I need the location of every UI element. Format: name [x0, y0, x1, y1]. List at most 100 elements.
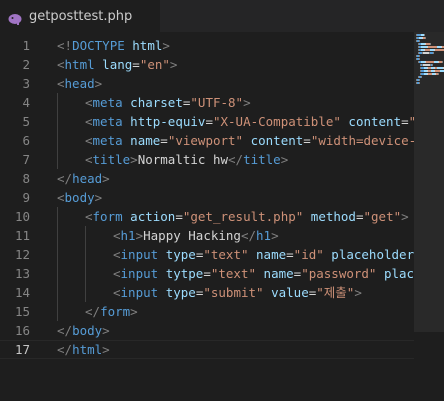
code-editor[interactable]: 1 <!DOCTYPE html> 2 <html lang="en"> 3 <head>…	[0, 32, 444, 401]
minimap-token	[426, 61, 434, 63]
code-line[interactable]: 13 <input tytpe="text" name="password" pl…	[0, 264, 444, 283]
code-token: head	[72, 171, 103, 186]
minimap-token	[435, 49, 444, 51]
minimap-token	[430, 43, 431, 45]
minimap-token	[419, 79, 420, 81]
tab-getposttest[interactable]: getposttest.php	[0, 0, 160, 32]
code-token: "제출"	[316, 285, 355, 300]
minimap-token	[433, 52, 434, 54]
minimap-token	[419, 58, 420, 60]
code-token: title	[92, 152, 131, 167]
code-token: form	[100, 304, 131, 319]
code-token: method	[303, 209, 356, 224]
code-token: =	[175, 209, 183, 224]
code-token: >	[243, 95, 251, 110]
code-token: meta	[92, 95, 123, 110]
minimap-token	[423, 64, 430, 66]
code-token: "viewport"	[167, 133, 244, 148]
code-token: >	[130, 152, 138, 167]
tab-label: getposttest.php	[29, 8, 133, 24]
code-text: <h1>Happy Hacking</h1>	[113, 226, 279, 245]
code-token: name	[248, 247, 287, 262]
code-line[interactable]: 8 </head>	[0, 169, 444, 188]
line-number: 8	[22, 171, 30, 186]
minimap-token	[419, 55, 420, 57]
minimap[interactable]	[414, 32, 444, 401]
code-text: </html>	[57, 340, 110, 359]
code-token: tytpe	[158, 266, 204, 281]
code-line[interactable]: 12 <input type="text" name="id" placehold…	[0, 245, 444, 264]
code-token: <	[85, 133, 93, 148]
code-line[interactable]: 10 <form action="get_result.php" method="…	[0, 207, 444, 226]
code-text: <title>Normaltic hw</title>	[85, 150, 288, 169]
code-token: >	[102, 171, 110, 186]
code-token: h1	[256, 228, 272, 243]
code-text: <input type="text" name="id" placeholder…	[113, 245, 444, 264]
line-number: 10	[14, 209, 30, 224]
code-token: <	[85, 95, 93, 110]
code-token: input	[120, 266, 159, 281]
code-token: >	[401, 209, 409, 224]
code-token: Happy Hacking	[143, 228, 241, 243]
code-token: title	[243, 152, 281, 167]
code-token: type	[158, 247, 196, 262]
code-line[interactable]: 1 <!DOCTYPE html>	[0, 36, 444, 55]
code-text: <input tytpe="text" name="password" plac…	[113, 264, 444, 283]
line-number: 7	[22, 152, 30, 167]
code-line[interactable]: 9 <body>	[0, 188, 444, 207]
code-text: <html lang="en">	[57, 55, 177, 74]
code-token: name	[122, 133, 161, 148]
code-text: <meta charset="UTF-8">	[85, 93, 251, 112]
code-token: lang	[94, 57, 133, 72]
code-token: =	[355, 209, 364, 224]
code-line[interactable]: 6 <meta name="viewport" content="width=de…	[0, 131, 444, 150]
code-token: html	[64, 57, 95, 72]
code-token: input	[120, 247, 159, 262]
code-token: h1	[120, 228, 136, 243]
minimap-token	[428, 46, 437, 48]
code-token: =	[401, 114, 409, 129]
code-token: form	[92, 209, 123, 224]
code-token: <	[85, 209, 93, 224]
code-token: action	[122, 209, 176, 224]
minimap-token	[424, 34, 425, 36]
minimap-token	[419, 40, 420, 42]
code-line[interactable]: 3 <head>	[0, 74, 444, 93]
code-token: content	[340, 114, 402, 129]
code-line[interactable]: 4 <meta charset="UTF-8">	[0, 93, 444, 112]
code-line[interactable]: 5 <meta http-equiv="X-UA-Compatible" cont…	[0, 112, 444, 131]
code-line[interactable]: 14 <input type="submit" value="제출">	[0, 283, 444, 302]
code-line[interactable]: 7 <title>Normaltic hw</title>	[0, 150, 444, 169]
code-token: charset	[122, 95, 183, 110]
line-number: 15	[14, 304, 30, 319]
code-token: >	[102, 342, 110, 357]
code-token: =	[205, 114, 213, 129]
code-line[interactable]: 2 <html lang="en">	[0, 55, 444, 74]
code-token: =	[160, 133, 168, 148]
code-token: type	[158, 285, 196, 300]
code-token: "en"	[139, 57, 170, 72]
code-text: <!DOCTYPE html>	[57, 36, 170, 55]
code-line[interactable]: 17 </html>	[0, 340, 444, 359]
line-number: 13	[14, 266, 30, 281]
code-token: <	[113, 266, 121, 281]
code-token: >	[94, 190, 103, 205]
line-number: 11	[14, 228, 30, 243]
code-token: content	[243, 133, 304, 148]
code-token: <	[85, 114, 93, 129]
code-token: body	[72, 323, 103, 338]
code-token: </	[228, 152, 244, 167]
code-token: <	[57, 76, 65, 91]
code-token: >	[102, 323, 110, 338]
code-line[interactable]: 11 <h1>Happy Hacking</h1>	[0, 226, 444, 245]
code-token: "password"	[301, 266, 377, 281]
code-token: "submit"	[203, 285, 264, 300]
line-number: 16	[14, 323, 30, 338]
code-token: meta	[92, 114, 123, 129]
code-token: </	[57, 342, 73, 357]
code-token: >	[94, 76, 103, 91]
code-line[interactable]: 16 </body>	[0, 321, 444, 340]
minimap-token	[438, 73, 439, 75]
line-number: 1	[22, 38, 30, 53]
code-line[interactable]: 15 </form>	[0, 302, 444, 321]
